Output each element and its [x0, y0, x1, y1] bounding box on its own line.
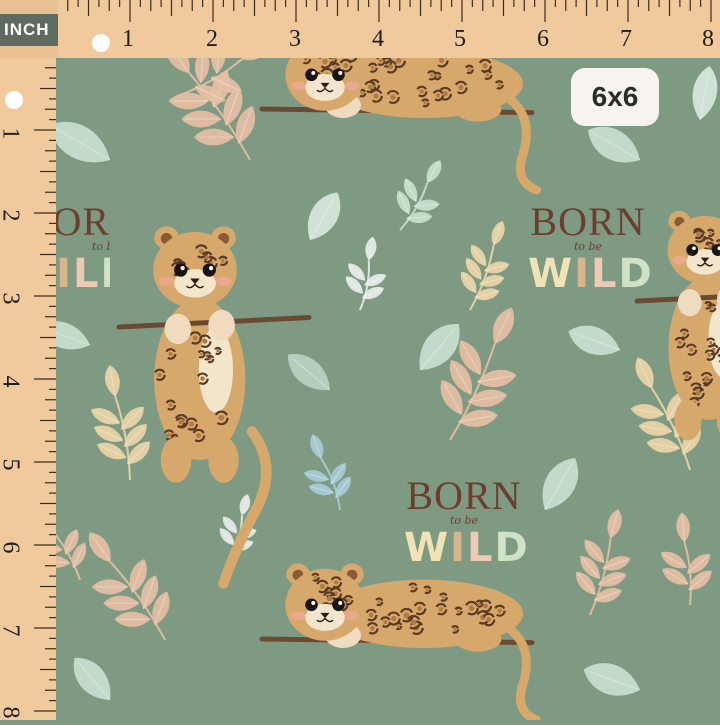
top-ruler-number: 8 — [702, 26, 714, 53]
top-ruler-number: 1 — [122, 26, 134, 53]
left-ruler-number: 7 — [0, 625, 24, 637]
left-ruler — [0, 58, 56, 720]
left-ruler-number: 5 — [0, 459, 24, 471]
ruler-hole — [92, 34, 110, 52]
left-ruler-number: 8 — [0, 707, 24, 719]
left-ruler-number: 1 — [0, 128, 24, 140]
left-ruler-number: 3 — [0, 293, 24, 305]
top-ruler-number: 7 — [620, 26, 632, 53]
top-ruler-number: 5 — [454, 26, 466, 53]
left-ruler-number: 4 — [0, 376, 24, 388]
top-ruler-number: 3 — [289, 26, 301, 53]
top-ruler-number: 6 — [537, 26, 549, 53]
top-ruler-number: 2 — [206, 26, 218, 53]
measuring-rulers — [0, 0, 720, 720]
left-ruler-number: 2 — [0, 210, 24, 222]
ruler-hole — [5, 91, 23, 109]
fabric-swatch: BORN to be WILD BORN to be WILD BORN to … — [0, 0, 720, 720]
inch-unit-label: INCH — [0, 14, 58, 46]
left-ruler-number: 6 — [0, 542, 24, 554]
top-ruler-number: 4 — [372, 26, 384, 53]
